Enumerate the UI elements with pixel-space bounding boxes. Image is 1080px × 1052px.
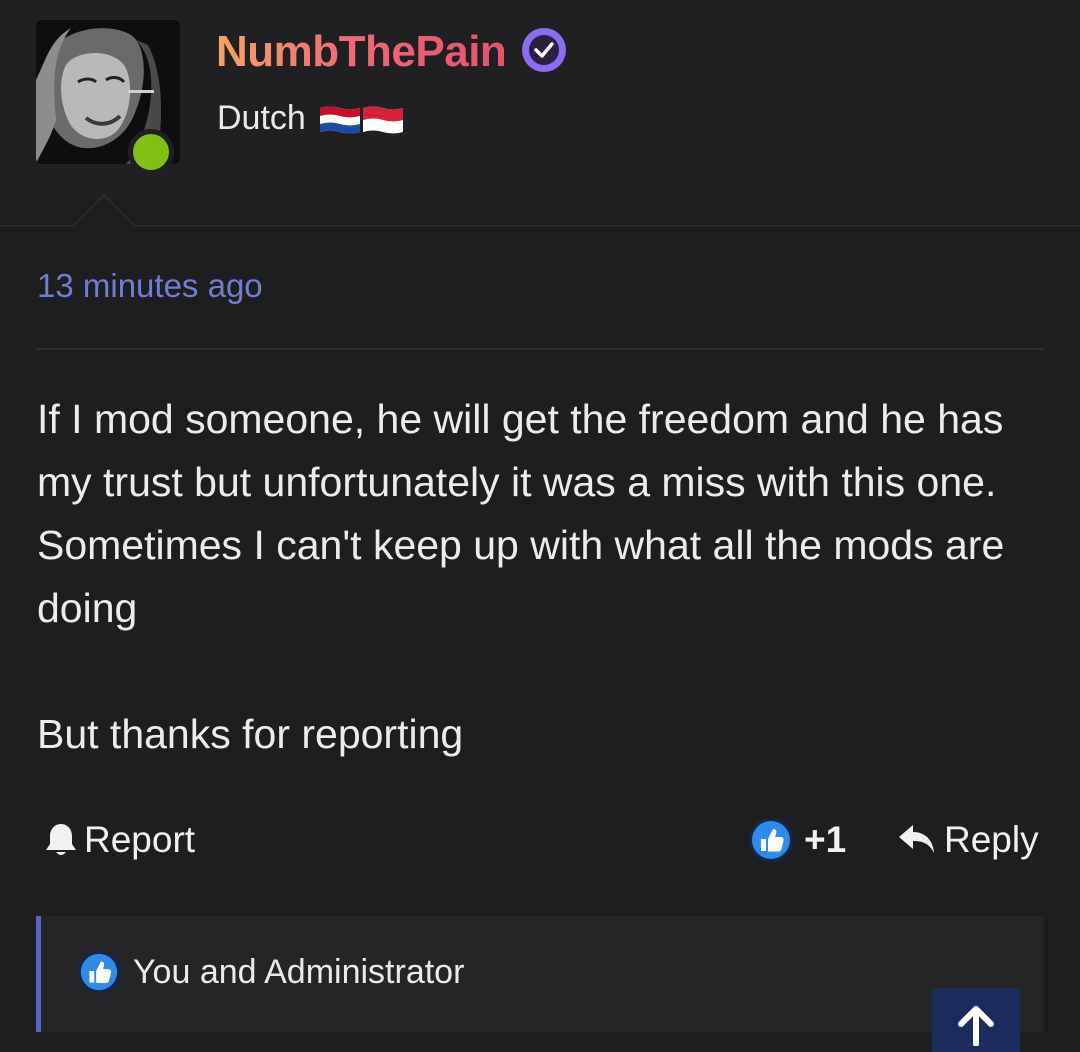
post-paragraph: If I mod someone, he will get the freedo… xyxy=(37,396,1005,631)
netherlands-flag-icon xyxy=(320,106,360,134)
post-paragraph: But thanks for reporting xyxy=(37,711,464,757)
flags-icon xyxy=(320,106,403,134)
header-pointer xyxy=(72,193,136,227)
report-button[interactable]: Report xyxy=(44,812,195,868)
thumbs-up-icon xyxy=(749,818,793,862)
like-count-button[interactable]: +1 xyxy=(748,812,846,868)
scroll-to-top-button[interactable] xyxy=(932,988,1020,1052)
check-circle-icon xyxy=(522,28,566,72)
user-title: Dutch xyxy=(217,99,306,137)
post-body: If I mod someone, he will get the freedo… xyxy=(37,388,1047,829)
likes-summary[interactable]: You and Administrator xyxy=(36,916,1044,1032)
arrow-up-icon xyxy=(958,1006,994,1046)
likes-summary-text: You and Administrator xyxy=(133,952,465,991)
report-label: Report xyxy=(84,819,196,860)
post-actions: Report +1 Reply xyxy=(0,812,1080,868)
reply-label: Reply xyxy=(944,819,1039,860)
divider xyxy=(36,348,1044,350)
indonesia-flag-icon xyxy=(363,106,403,134)
like-count: +1 xyxy=(804,819,847,860)
post-header: NumbThePain Dutch xyxy=(0,0,1080,227)
bell-icon xyxy=(46,824,76,855)
reply-arrow-icon xyxy=(899,825,934,853)
reply-button[interactable]: Reply xyxy=(898,812,1039,868)
thumbs-up-icon xyxy=(77,950,121,994)
online-status-indicator xyxy=(128,129,174,175)
post-timestamp[interactable]: 13 minutes ago xyxy=(37,266,263,306)
username[interactable]: NumbThePain xyxy=(216,27,507,77)
